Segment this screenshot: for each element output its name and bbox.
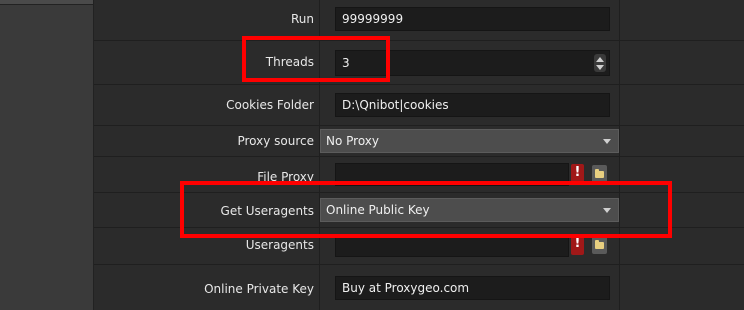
spin-down-icon[interactable] [596, 65, 604, 70]
run-input[interactable]: 99999999 [335, 7, 610, 31]
run-label: Run [290, 12, 314, 26]
chevron-down-icon [603, 139, 611, 144]
property-grid: Run 99999999 Threads 3 Cookies Folder D:… [94, 0, 744, 310]
cookies-folder-label: Cookies Folder [226, 98, 314, 112]
left-panel [0, 0, 94, 310]
row-online-private-key: Online Private Key Buy at Proxygeo.com [94, 265, 744, 310]
row-cookies-folder: Cookies Folder D:\Qnibot|cookies [94, 85, 744, 126]
folder-icon[interactable] [592, 236, 607, 254]
spin-arrows-icon[interactable] [594, 54, 606, 72]
row-proxy-source: Proxy source No Proxy [94, 126, 744, 157]
row-run: Run 99999999 [94, 0, 744, 41]
online-private-key-label: Online Private Key [204, 282, 314, 296]
cookies-folder-input[interactable]: D:\Qnibot|cookies [335, 93, 610, 117]
proxy-source-select[interactable]: No Proxy [320, 129, 619, 153]
exclamation-icon: ! [571, 235, 584, 255]
useragents-label: Useragents [245, 238, 314, 252]
get-useragents-highlight-box [180, 181, 672, 238]
threads-highlight-box [242, 36, 390, 82]
left-tab [0, 0, 93, 5]
proxy-source-value: No Proxy [326, 134, 380, 148]
proxy-source-label: Proxy source [237, 134, 314, 148]
spin-up-icon[interactable] [596, 57, 604, 62]
row-threads: Threads 3 [94, 41, 744, 85]
online-private-key-input[interactable]: Buy at Proxygeo.com [335, 276, 610, 300]
